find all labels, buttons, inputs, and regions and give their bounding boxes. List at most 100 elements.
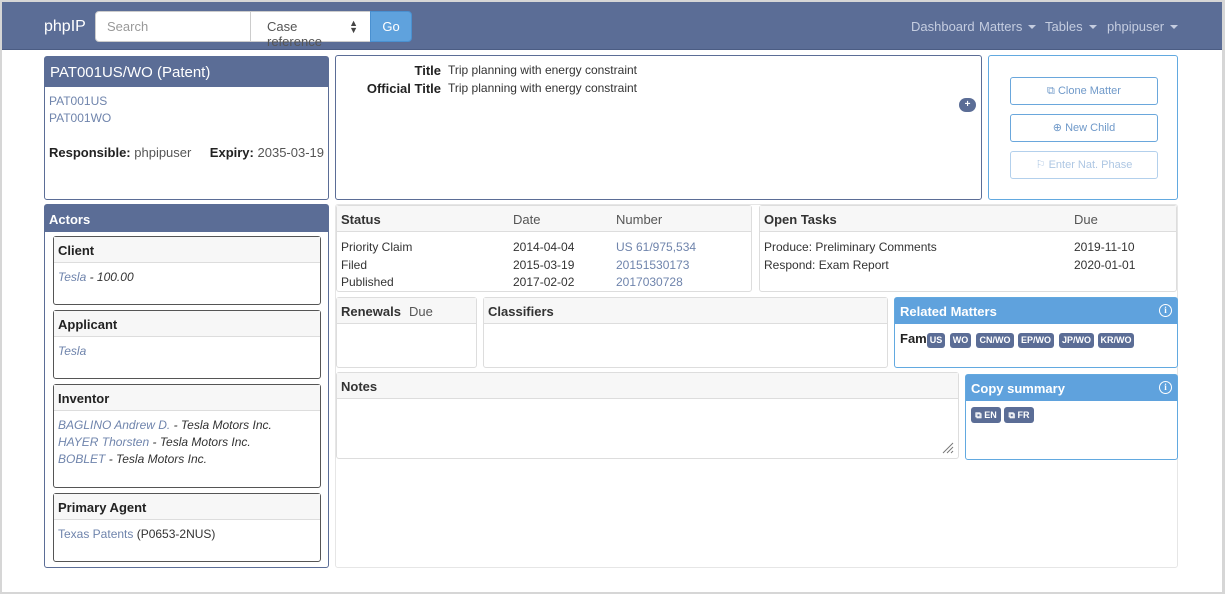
expiry: Expiry: 2035-03-19 — [210, 145, 324, 160]
search-input[interactable] — [95, 11, 251, 42]
nav-matters-label: Matters — [979, 19, 1023, 34]
status-date: 2014-04-04 — [513, 240, 575, 254]
notes-panel: Notes — [336, 372, 959, 459]
status-number-link[interactable]: US 61/975,534 — [616, 240, 696, 254]
official-title-value[interactable]: Trip planning with energy constraint — [448, 81, 637, 95]
actor-name-link[interactable]: BOBLET — [58, 452, 105, 466]
family-badge[interactable]: JP/WO — [1059, 333, 1094, 348]
family-badge[interactable]: KR/WO — [1098, 333, 1134, 348]
page: phpIP Case reference ▲▼ Go Dashboard Mat… — [2, 2, 1222, 592]
family-badge[interactable]: EP/WO — [1018, 333, 1054, 348]
notes-header: Notes — [337, 373, 958, 399]
renewals-due-label: Due — [409, 304, 433, 319]
task-due: 2019-11-10 — [1074, 240, 1135, 254]
actor-entry: Tesla — [58, 344, 86, 358]
actor-extra: - Tesla Motors Inc. — [105, 452, 207, 466]
copy-fr-button[interactable]: ⧉ FR — [1004, 407, 1034, 423]
actors-header: Actors — [45, 205, 328, 232]
actor-name-link[interactable]: HAYER Thorsten — [58, 435, 149, 449]
date-col-header: Date — [513, 212, 541, 227]
nav-user-label: phpipuser — [1107, 19, 1165, 34]
status-number-link[interactable]: 20151530173 — [616, 258, 689, 272]
actor-extra: (P0653-2NUS) — [133, 527, 216, 541]
go-button[interactable]: Go — [370, 11, 412, 42]
matter-card: PAT001US/WO (Patent) PAT001US PAT001WO R… — [44, 56, 329, 200]
actor-name-link[interactable]: Tesla — [58, 344, 86, 358]
info-icon[interactable]: i — [1159, 304, 1172, 317]
status-event[interactable]: Published — [341, 275, 394, 289]
nav-tables[interactable]: Tables — [1045, 19, 1097, 34]
matter-ref-link[interactable]: PAT001WO — [49, 111, 111, 125]
nav-tables-label: Tables — [1045, 19, 1083, 34]
due-col-header: Due — [1074, 212, 1098, 227]
family-badge[interactable]: CN/WO — [976, 333, 1014, 348]
actors-panel: Actors Client Tesla - 100.00 Applicant T… — [44, 204, 329, 568]
task-due: 2020-01-01 — [1074, 258, 1136, 272]
actor-role[interactable]: Inventor — [54, 385, 320, 411]
status-panel: Status Date Number Priority Claim 2014-0… — [336, 205, 752, 292]
matter-actions-card: ⧉ Clone Matter ⊕ New Child ⚐ Enter Nat. … — [988, 55, 1178, 200]
search-scope-select[interactable]: Case reference ▲ ▼ — [250, 11, 371, 49]
official-title-label: Official Title — [366, 81, 441, 96]
clone-matter-button[interactable]: ⧉ Clone Matter — [1010, 77, 1158, 105]
actor-entry: Texas Patents (P0653-2NUS) — [58, 527, 215, 541]
classifiers-header[interactable]: Classifiers — [484, 298, 887, 324]
matter-ref-link[interactable]: PAT001US — [49, 94, 107, 108]
notes-textarea[interactable] — [337, 399, 958, 458]
actor-role[interactable]: Primary Agent — [54, 494, 320, 520]
actor-entry: BAGLINO Andrew D. - Tesla Motors Inc. — [58, 418, 272, 432]
enter-nat-phase-button[interactable]: ⚐ Enter Nat. Phase — [1010, 151, 1158, 179]
expiry-label: Expiry: — [209, 145, 254, 160]
responsible-label: Responsible: — [49, 145, 131, 160]
titles-card: Title Trip planning with energy constrai… — [335, 55, 982, 200]
status-event[interactable]: Filed — [341, 258, 367, 272]
open-tasks-panel: Open Tasks Due Produce: Preliminary Comm… — [759, 205, 1177, 292]
actor-role[interactable]: Applicant — [54, 311, 320, 337]
caret-down-icon — [1088, 25, 1097, 29]
task-name[interactable]: Produce: Preliminary Comments — [764, 240, 937, 254]
actor-entry: BOBLET - Tesla Motors Inc. — [58, 452, 207, 466]
copy-summary-title: Copy summary — [971, 381, 1065, 396]
responsible-value: phpipuser — [134, 145, 192, 160]
actor-extra: - Tesla Motors Inc. — [170, 418, 272, 432]
title-value[interactable]: Trip planning with energy constraint — [448, 63, 637, 77]
responsible: Responsible: phpipuser — [49, 145, 191, 160]
expiry-value: 2035-03-19 — [257, 145, 325, 160]
nav-matters[interactable]: Matters — [979, 19, 1037, 34]
caret-down-icon — [1170, 25, 1179, 29]
actor-group-primary-agent: Primary Agent Texas Patents (P0653-2NUS) — [53, 493, 321, 562]
related-matters-panel: Related Matters i Fam US WO CN/WO EP/WO J… — [894, 297, 1178, 368]
brand-logo[interactable]: phpIP — [44, 18, 86, 36]
nav-dashboard[interactable]: Dashboard — [911, 19, 975, 34]
plus-icon[interactable]: + — [959, 98, 976, 112]
status-header: Status Date Number — [337, 206, 751, 232]
status-date: 2015-03-19 — [513, 258, 575, 272]
caret-down-icon — [1028, 25, 1037, 29]
renewals-header: Renewals Due — [337, 298, 476, 324]
updown-icon: ▲ ▼ — [349, 18, 358, 35]
actor-entry: HAYER Thorsten - Tesla Motors Inc. — [58, 435, 251, 449]
title-label: Title — [414, 63, 442, 78]
related-matters-header: Related Matters i — [895, 298, 1177, 324]
actor-group-inventor: Inventor BAGLINO Andrew D. - Tesla Motor… — [53, 384, 321, 488]
copy-summary-panel: Copy summary i ⧉ EN ⧉ FR — [965, 374, 1178, 460]
resize-handle-icon[interactable] — [942, 442, 954, 454]
actor-name-link[interactable]: BAGLINO Andrew D. — [58, 418, 170, 432]
actor-name-link[interactable]: Tesla — [58, 270, 86, 284]
nav-user-menu[interactable]: phpipuser — [1107, 19, 1179, 34]
new-child-button[interactable]: ⊕ New Child — [1010, 114, 1158, 142]
renewals-label: Renewals — [341, 304, 401, 319]
actor-extra: - Tesla Motors Inc. — [149, 435, 251, 449]
task-name[interactable]: Respond: Exam Report — [764, 258, 889, 272]
info-icon[interactable]: i — [1159, 381, 1172, 394]
status-date: 2017-02-02 — [513, 275, 575, 289]
copy-summary-header: Copy summary i — [966, 375, 1177, 401]
search-scope-value: Case reference — [267, 19, 322, 49]
family-badge[interactable]: WO — [950, 333, 971, 348]
status-event[interactable]: Priority Claim — [341, 240, 412, 254]
status-number-link[interactable]: 2017030728 — [616, 275, 683, 289]
family-badge[interactable]: US — [927, 333, 945, 348]
copy-en-button[interactable]: ⧉ EN — [971, 407, 1001, 423]
actor-name-link[interactable]: Texas Patents — [58, 527, 133, 541]
actor-role[interactable]: Client — [54, 237, 320, 263]
